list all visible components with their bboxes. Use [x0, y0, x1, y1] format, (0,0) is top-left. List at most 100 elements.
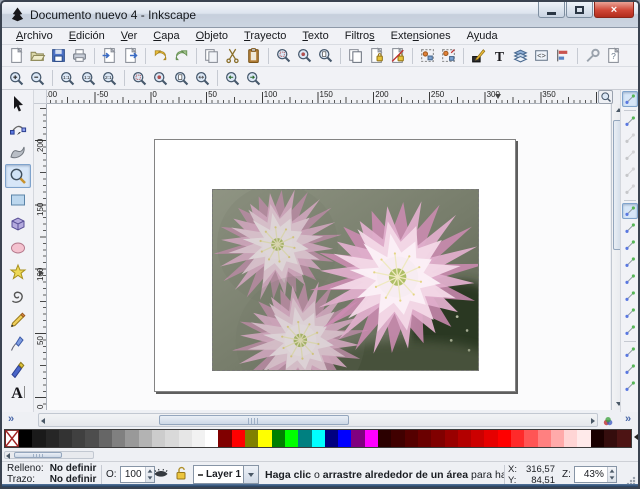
color-swatch-808000[interactable]: [245, 430, 258, 447]
zoom-1-1-button[interactable]: 1:1: [57, 68, 78, 88]
color-swatch-262626[interactable]: [46, 430, 59, 447]
color-swatch-808080[interactable]: [112, 430, 125, 447]
preferences-button[interactable]: [582, 46, 603, 66]
color-swatch-00ffff[interactable]: [312, 430, 325, 447]
sticky-zoom-toggle[interactable]: [598, 90, 613, 104]
save-document-button[interactable]: [48, 46, 69, 66]
copy-button[interactable]: [201, 46, 222, 66]
cactus-flowers-photo[interactable]: [212, 189, 479, 371]
color-swatch-999999[interactable]: [125, 430, 138, 447]
no-color-swatch[interactable]: [5, 430, 19, 447]
calligraphy-tool-button[interactable]: [5, 356, 31, 380]
color-swatch-800000[interactable]: [431, 430, 444, 447]
snap-bbox-corners-button[interactable]: [622, 147, 638, 163]
ellipse-tool-button[interactable]: [5, 236, 31, 260]
undo-button[interactable]: [150, 46, 171, 66]
menu-edicion[interactable]: Edición: [61, 29, 113, 43]
group-button[interactable]: [417, 46, 438, 66]
color-swatch-404040[interactable]: [72, 430, 85, 447]
color-swatch-ffff00[interactable]: [258, 430, 271, 447]
redo-button[interactable]: [171, 46, 192, 66]
fill-stroke-indicator[interactable]: Relleno: No definir Trazo: No definir: [7, 463, 96, 485]
snap-path-intersections-button[interactable]: [622, 237, 638, 253]
text-and-font-button[interactable]: T: [489, 46, 510, 66]
color-swatch-b3b3b3[interactable]: [139, 430, 152, 447]
fill-and-stroke-button[interactable]: [468, 46, 489, 66]
open-document-button[interactable]: [27, 46, 48, 66]
snap-smooth-nodes-button[interactable]: [622, 271, 638, 287]
zoom-drawing-button[interactable]: [294, 46, 315, 66]
pen-tool-button[interactable]: [5, 332, 31, 356]
snap-enable-button[interactable]: [622, 91, 638, 107]
zoom-next-button[interactable]: [243, 68, 264, 88]
box3d-tool-button[interactable]: [5, 212, 31, 236]
layer-selector[interactable]: Layer 1: [193, 465, 259, 484]
color-swatch-1a1a1a[interactable]: [32, 430, 45, 447]
snap-bbox-edge-midpoints-button[interactable]: [622, 164, 638, 180]
color-swatch-ffffff[interactable]: [205, 430, 218, 447]
zoom-in-button[interactable]: [6, 68, 27, 88]
palette-scrollbar-thumb[interactable]: [14, 452, 62, 458]
zoom-selection-button[interactable]: [129, 68, 150, 88]
color-swatch-000000[interactable]: [19, 430, 32, 447]
close-button[interactable]: ×: [594, 2, 634, 18]
zoom-tool-button[interactable]: [5, 164, 31, 188]
color-swatch-f2f2f2[interactable]: [192, 430, 205, 447]
spiral-tool-button[interactable]: [5, 284, 31, 308]
color-swatch-008000[interactable]: [272, 430, 285, 447]
create-clone-button[interactable]: [366, 46, 387, 66]
color-swatch-550000[interactable]: [405, 430, 418, 447]
layer-dropdown-button[interactable]: [243, 466, 258, 483]
zoom-page-width-button[interactable]: [192, 68, 213, 88]
color-swatch-4d4d4d[interactable]: [85, 430, 98, 447]
canvas[interactable]: [47, 104, 610, 410]
import-button[interactable]: [99, 46, 120, 66]
snap-guides-button[interactable]: [622, 378, 638, 394]
paste-button[interactable]: [243, 46, 264, 66]
node-tool-button[interactable]: [5, 116, 31, 140]
snap-paths-button[interactable]: [622, 220, 638, 236]
snap-line-midpoints-button[interactable]: [622, 288, 638, 304]
snapbar-overflow-button[interactable]: »: [625, 413, 631, 425]
layers-dialog-button[interactable]: [510, 46, 531, 66]
opacity-spinbox[interactable]: 100: [120, 466, 155, 483]
color-swatch-6a0000[interactable]: [418, 430, 431, 447]
color-swatch-ff00ff[interactable]: [365, 430, 378, 447]
zoom-drawing-button[interactable]: [150, 68, 171, 88]
menu-objeto[interactable]: Objeto: [188, 29, 236, 43]
scroll-left-icon[interactable]: [41, 418, 45, 424]
color-swatch-0000ff[interactable]: [338, 430, 351, 447]
color-swatch-d9d9d9[interactable]: [165, 430, 178, 447]
color-swatch-e6e6e6[interactable]: [179, 430, 192, 447]
layer-lock-toggle[interactable]: [173, 465, 191, 483]
zoom-selection-button[interactable]: [273, 46, 294, 66]
cut-button[interactable]: [222, 46, 243, 66]
zoom-1-2-button[interactable]: 1:2: [78, 68, 99, 88]
color-swatch-ffaaaa[interactable]: [551, 430, 564, 447]
rectangle-tool-button[interactable]: [5, 188, 31, 212]
ungroup-button[interactable]: [438, 46, 459, 66]
snap-nodes-button[interactable]: [622, 203, 638, 219]
color-management-toggle[interactable]: [600, 414, 616, 427]
tweak-tool-button[interactable]: [5, 140, 31, 164]
snap-bbox-edges-button[interactable]: [622, 130, 638, 146]
color-swatch-4d1414[interactable]: [617, 430, 630, 447]
menu-ayuda[interactable]: Ayuda: [459, 29, 506, 43]
snap-cusp-nodes-button[interactable]: [622, 254, 638, 270]
snap-object-centers-button[interactable]: [622, 305, 638, 321]
zoom-previous-button[interactable]: [222, 68, 243, 88]
color-swatch-cccccc[interactable]: [152, 430, 165, 447]
snap-bbox-button[interactable]: [622, 113, 638, 129]
menu-ver[interactable]: Ver: [113, 29, 146, 43]
color-swatch-400000[interactable]: [391, 430, 404, 447]
titlebar[interactable]: Documento nuevo 4 - Inkscape ×: [2, 2, 638, 28]
zoom-spinner[interactable]: [607, 467, 616, 482]
xml-editor-button[interactable]: <>: [531, 46, 552, 66]
menu-extensiones[interactable]: Extensiones: [383, 29, 459, 43]
snap-page-border-button[interactable]: [622, 344, 638, 360]
color-swatch-cc0000[interactable]: [471, 430, 484, 447]
new-document-button[interactable]: [6, 46, 27, 66]
maximize-button[interactable]: [566, 2, 593, 18]
horizontal-ruler[interactable]: -100-50050100150200250300350: [47, 90, 598, 104]
color-swatch-ffd5d5[interactable]: [564, 430, 577, 447]
